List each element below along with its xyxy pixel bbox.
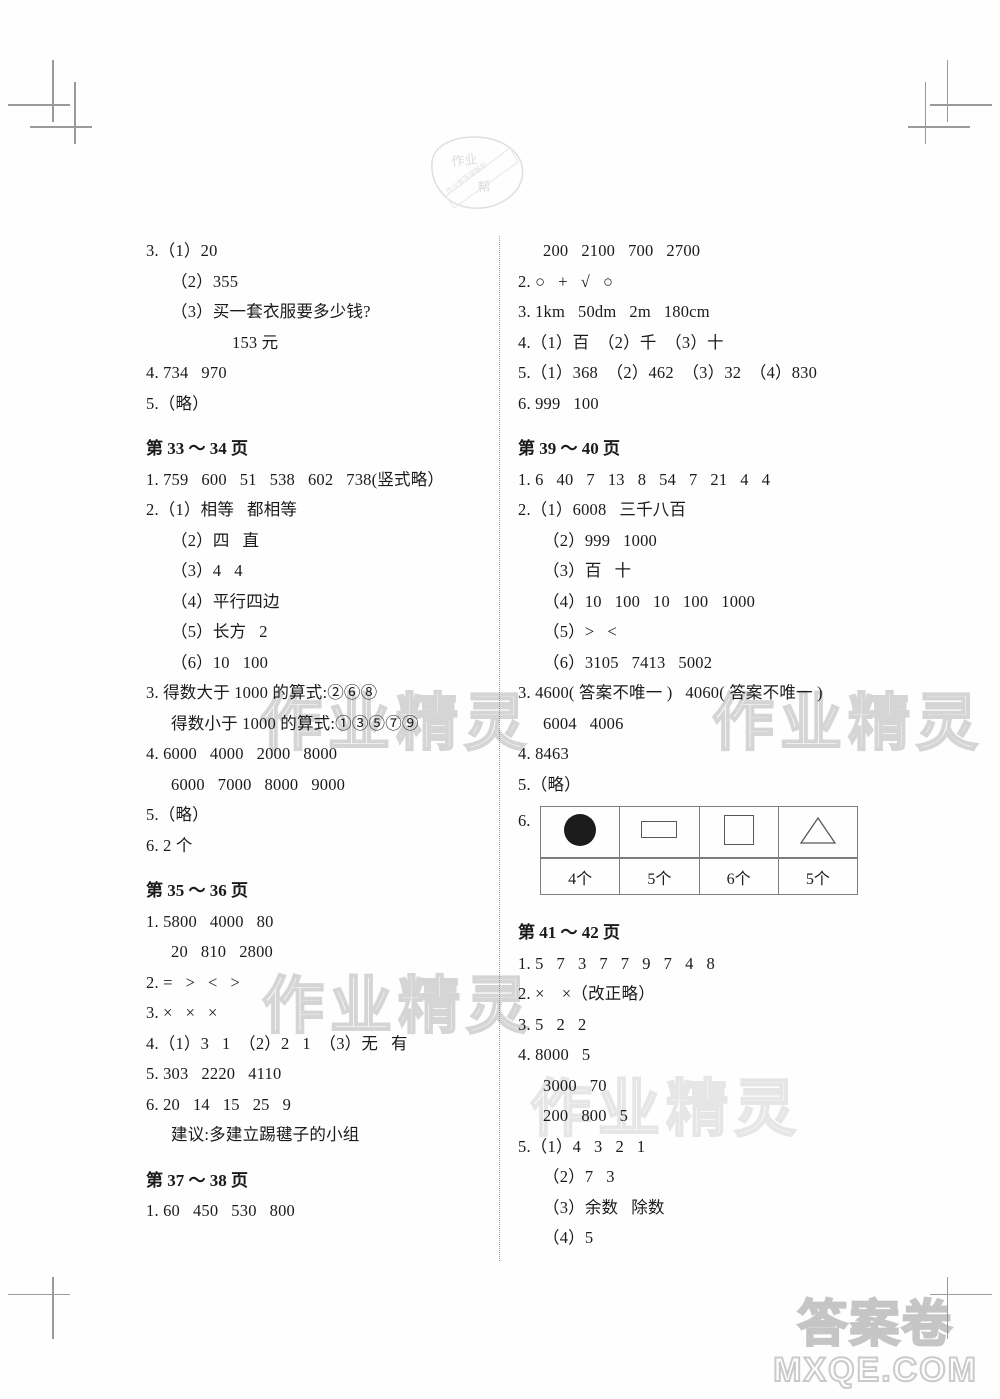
section-heading: 第 35 ～ 36 页 — [146, 881, 248, 900]
table-row — [539, 806, 859, 859]
table-item-number: 6. — [518, 811, 531, 830]
filled-circle-shape — [564, 813, 597, 846]
answer-line: 6. 20 14 15 25 9 — [146, 1094, 292, 1114]
section-heading: 第 33 ～ 34 页 — [146, 439, 248, 458]
answer-line: 1. 60 450 530 800 — [146, 1201, 295, 1220]
zuoyebang-logo-watermark: 作业 帮 作业帮答案解析 — [431, 136, 524, 209]
crop-mark-bottom-left — [8, 1277, 70, 1339]
answer-line: 3. 5 2 2 — [518, 1014, 587, 1034]
svg-text:帮: 帮 — [477, 179, 492, 195]
answer-line: 3. 得数大于 1000 的算式:②⑥⑧ — [146, 683, 378, 702]
answer-line: 得数小于 1000 的算式:①③⑤⑦⑨ — [171, 713, 419, 733]
crop-mark-top-left — [8, 60, 70, 122]
section-heading: 第 37 ～ 38 页 — [146, 1170, 248, 1190]
shape-count-table: 4个 5个 6个 5个 — [539, 806, 859, 895]
answer-line: （6）3105 7413 5002 — [543, 652, 713, 672]
answer-key-page: 作业 帮 作业帮答案解析 作业精灵 作业精灵 作业精灵 作业精灵 3.（1）20… — [0, 0, 1000, 1399]
answer-line: （5）> < — [543, 622, 617, 641]
answer-line: 6004 4006 — [543, 713, 624, 733]
answer-line: 3000 70 — [543, 1075, 607, 1095]
answer-line: 1. 759 600 51 538 602 738(竖式略） — [146, 469, 445, 489]
svg-text:作业: 作业 — [451, 151, 478, 169]
answer-line: 5.（略） — [146, 393, 209, 413]
answer-line: 4. 734 970 — [146, 363, 227, 382]
count-cell: 4个 — [539, 857, 621, 895]
answer-line: （4）10 100 10 100 1000 — [543, 591, 756, 611]
answer-line: 153 元 — [232, 332, 279, 352]
answer-line: 5.（1）4 3 2 1 — [518, 1136, 646, 1156]
answer-line: 2.（1）6008 三千八百 — [518, 500, 687, 519]
answer-line: 3. 1km 50dm 2m 180cm — [518, 302, 710, 321]
count-cell: 6个 — [698, 857, 779, 895]
footer-watermark-cn: 答案卷 — [796, 1296, 954, 1352]
answer-line: 4. 8000 5 — [518, 1045, 591, 1064]
answer-line: 4. 6000 4000 2000 8000 — [146, 744, 338, 763]
footer-watermark: 答案卷 MXQE.COM — [772, 1296, 978, 1390]
answer-line: 200 2100 700 2700 — [543, 241, 701, 260]
answer-line: （3）4 4 — [171, 561, 243, 580]
answer-line: 5. 303 2220 4110 — [146, 1064, 282, 1083]
answer-line: 4.（1）3 1 （2）2 1 （3）无 有 — [146, 1033, 408, 1053]
triangle-shape — [799, 816, 837, 849]
section-heading: 第 41 ～ 42 页 — [518, 923, 620, 942]
answer-line: （3）余数 除数 — [543, 1197, 665, 1217]
square-shape — [723, 814, 754, 845]
answer-line: （5）长方 2 — [171, 622, 268, 641]
right-answer-column: 200 2100 700 2700 2. ○ + √ ○ 3. 1km 50dm 2… — [518, 236, 878, 1254]
answer-line: （4）5 — [543, 1228, 594, 1247]
shape-cell — [539, 806, 621, 859]
crop-mark-bottom-right — [930, 1277, 992, 1339]
answer-line: （3）买一套衣服要多少钱? — [171, 302, 371, 321]
answer-line: 200 800 5 — [543, 1106, 629, 1125]
count-cell: 5个 — [619, 857, 700, 895]
rectangle-shape — [641, 821, 678, 838]
shape-count-table-wrapper: 6. 4个 5个 6个 5个 — [518, 806, 878, 895]
crop-mark-top-right-inner — [908, 82, 970, 144]
left-answer-column: 3.（1）20 （2）355 （3）买一套衣服要多少钱? 153 元 4. 734 97… — [146, 236, 506, 1227]
answer-line: 3. × × × — [146, 1003, 218, 1022]
crop-mark-top-right — [930, 60, 992, 122]
answer-line: （2）7 3 — [543, 1167, 615, 1186]
answer-line: 5.（1）368 （2）462 （3）32 （4）830 — [518, 363, 818, 382]
answer-line: 2.（1）相等 都相等 — [146, 500, 298, 519]
answer-line: （2）999 1000 — [543, 530, 657, 550]
crop-mark-top-left-inner — [30, 82, 92, 144]
answer-line: 1. 5800 4000 80 — [146, 911, 274, 931]
answer-line: （6）10 100 — [171, 652, 269, 672]
answer-line: 3. 4600( 答案不唯一 ) 4060( 答案不唯一 ) — [518, 683, 823, 702]
answer-line: 6. 2 个 — [146, 835, 193, 855]
answer-line: （4）平行四边 — [171, 591, 280, 611]
answer-line: 1. 6 40 7 13 8 54 7 21 4 4 — [518, 469, 771, 489]
answer-line: 6000 7000 8000 9000 — [171, 774, 346, 794]
answer-line: 5.（略） — [518, 774, 581, 794]
answer-line: 6. 999 100 — [518, 393, 599, 413]
shape-cell — [777, 806, 859, 859]
answer-line: 2. = > < > — [146, 972, 241, 992]
answer-line: 4.（1）百 （2）千 （3）十 — [518, 332, 724, 352]
answer-line: 2. ○ + √ ○ — [518, 271, 614, 291]
answer-line: （3）百 十 — [543, 561, 632, 580]
answer-line: 4. 8463 — [518, 744, 569, 763]
table-row: 4个 5个 6个 5个 — [539, 857, 859, 895]
answer-line: （2）四 直 — [171, 530, 260, 550]
shape-cell — [619, 806, 700, 859]
section-heading: 第 39 ～ 40 页 — [518, 439, 620, 458]
answer-line: 3.（1）20 — [146, 241, 218, 260]
answer-line: 建议:多建立踢毽子的小组 — [171, 1125, 360, 1144]
answer-line: 20 810 2800 — [171, 942, 273, 961]
shape-cell — [698, 806, 779, 859]
answer-line: 2. × ×（改正略） — [518, 984, 655, 1003]
count-cell: 5个 — [777, 857, 859, 895]
answer-line: （2）355 — [171, 271, 239, 291]
answer-line: 5.（略） — [146, 805, 209, 824]
footer-watermark-domain: MXQE.COM — [772, 1350, 978, 1390]
answer-line: 1. 5 7 3 7 7 9 7 4 8 — [518, 953, 715, 973]
